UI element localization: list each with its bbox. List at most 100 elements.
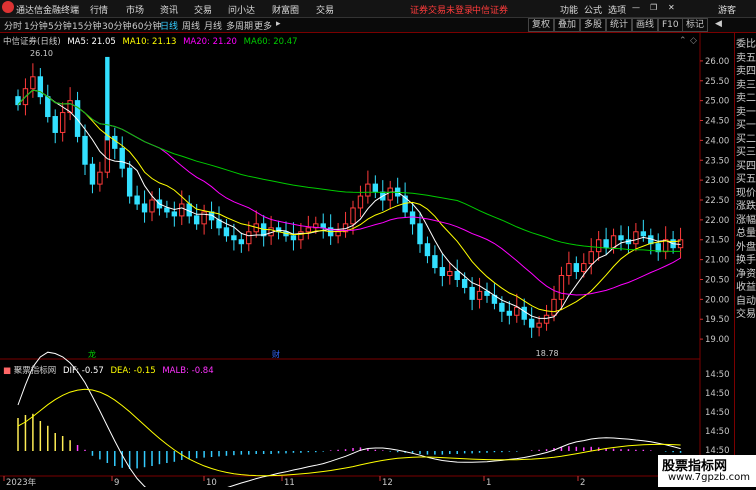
dea-label: DEA: -0.15 bbox=[110, 366, 156, 376]
period-tab-5min[interactable]: 5分钟 bbox=[48, 19, 72, 32]
dea-line bbox=[17, 388, 681, 477]
candle-body bbox=[603, 239, 609, 249]
watermark-logo: 股票指标网 www.7gpzb.com bbox=[658, 455, 756, 487]
y-tick-label: 25.50 bbox=[705, 77, 729, 87]
candle-body bbox=[424, 243, 431, 257]
toolbar-restore-rights[interactable]: 复权 bbox=[528, 18, 555, 32]
indicator-y-label: 14:50 bbox=[705, 408, 730, 418]
candle-body bbox=[506, 310, 513, 316]
order-book-panel: 委比 卖五 卖四 卖三 卖二 卖一 买一 买二 买三 买四 买五 现价 涨跌 涨幅 总量 外盘 换手 净资 收益 自动… bbox=[734, 33, 756, 487]
candle-body bbox=[112, 135, 118, 149]
toolbar-f10[interactable]: F10 bbox=[658, 18, 683, 32]
menu-item-ask[interactable]: 问小达 bbox=[228, 3, 255, 16]
candlestick-chart[interactable]: 26.00 25.50 25.00 24.50 24.00 23.50 23.00 22.50… bbox=[0, 33, 756, 490]
indicator-y-label: 14:50 bbox=[705, 389, 730, 399]
x-axis-label: 11 bbox=[284, 478, 295, 487]
period-tab-more[interactable]: 更多 bbox=[254, 19, 272, 32]
candle-body bbox=[595, 239, 602, 253]
ma10-label: MA10: 21.13 bbox=[122, 37, 177, 47]
candle-body bbox=[618, 235, 624, 241]
toolbar-stats[interactable]: 统计 bbox=[606, 18, 633, 32]
candle-body bbox=[387, 187, 393, 201]
toolbar-multi-stock[interactable]: 多股 bbox=[580, 18, 607, 32]
y-tick-label: 23.00 bbox=[705, 176, 729, 186]
candle-body bbox=[246, 231, 252, 245]
period-tab-60min[interactable]: 60分钟 bbox=[132, 19, 161, 32]
candle-body bbox=[558, 275, 565, 300]
candle-body bbox=[179, 203, 185, 217]
candle-body bbox=[469, 286, 475, 300]
candle-body bbox=[640, 231, 647, 237]
y-tick-label: 25.00 bbox=[705, 97, 729, 107]
guest-user[interactable]: 游客 bbox=[718, 3, 736, 16]
candle-body bbox=[357, 195, 364, 209]
period-tab-15min[interactable]: 15分钟 bbox=[72, 19, 101, 32]
candle-body bbox=[610, 235, 617, 249]
candle-body bbox=[335, 231, 341, 237]
candle-body bbox=[37, 76, 44, 98]
candle-body bbox=[514, 306, 520, 316]
candle-body bbox=[231, 235, 237, 241]
period-tab-weekly[interactable]: 周线 bbox=[182, 19, 200, 32]
menu-item-functions[interactable]: 功能 bbox=[560, 3, 578, 16]
candle-body bbox=[82, 135, 88, 165]
period-toolbar: 分时 1分钟 5分钟 15分钟 30分钟 60分钟 日线 周线 月线 多周期 更… bbox=[0, 18, 756, 33]
candle-body bbox=[141, 203, 148, 213]
restore-icon[interactable]: ❐ bbox=[650, 3, 657, 12]
y-tick-label: 22.00 bbox=[705, 216, 729, 226]
y-tick-label: 21.00 bbox=[705, 256, 729, 266]
candle-body bbox=[350, 207, 356, 225]
menu-item-quotes[interactable]: 行情 bbox=[90, 3, 108, 16]
candle-body bbox=[528, 318, 535, 328]
login-alert[interactable]: 证券交易未登录 bbox=[410, 3, 473, 16]
candle-body bbox=[551, 298, 557, 316]
menu-item-wealth[interactable]: 财富圈 bbox=[272, 3, 299, 16]
period-tab-30min[interactable]: 30分钟 bbox=[102, 19, 131, 32]
x-axis-label: 1 bbox=[486, 478, 491, 487]
period-tab-1min[interactable]: 1分钟 bbox=[24, 19, 48, 32]
indicator-y-label: 14:50 bbox=[705, 370, 730, 380]
candle-body bbox=[432, 255, 438, 269]
period-tab-multi[interactable]: 多周期 bbox=[226, 19, 253, 32]
candle-body bbox=[372, 183, 379, 193]
period-tab-daily[interactable]: 日线 bbox=[160, 19, 178, 32]
period-tab-timeshare[interactable]: 分时 bbox=[4, 19, 22, 32]
menu-item-formula[interactable]: 公式 bbox=[584, 3, 602, 16]
orderbook-label: 交易 bbox=[736, 309, 756, 320]
menu-item-market[interactable]: 市场 bbox=[126, 3, 144, 16]
stock-title: 中信证券(日线) bbox=[3, 37, 61, 47]
menu-item-trade2[interactable]: 交易 bbox=[316, 3, 334, 16]
candle-body bbox=[633, 231, 639, 245]
candle-body bbox=[461, 278, 468, 288]
chart-expand-icon[interactable]: ◇ bbox=[690, 36, 697, 46]
menu-item-news[interactable]: 资讯 bbox=[160, 3, 178, 16]
more-arrow-icon[interactable]: ▸ bbox=[276, 19, 281, 29]
toolbar-overlay[interactable]: 叠加 bbox=[554, 18, 581, 32]
candle-body bbox=[97, 171, 103, 185]
period-tab-monthly[interactable]: 月线 bbox=[204, 19, 222, 32]
menu-item-trade[interactable]: 交易 bbox=[194, 3, 212, 16]
candle-body bbox=[573, 263, 580, 273]
chart-settings-icon[interactable]: ⌃ bbox=[679, 36, 687, 46]
candle-body bbox=[89, 163, 96, 185]
candle-body bbox=[439, 267, 446, 277]
toolbar-collapse-icon[interactable]: ◀ bbox=[712, 18, 725, 30]
broker-label[interactable]: 中信证券 bbox=[472, 3, 508, 16]
toolbar-draw[interactable]: 画线 bbox=[632, 18, 659, 32]
y-tick-label: 20.50 bbox=[705, 275, 729, 285]
minimize-icon[interactable]: — bbox=[632, 3, 640, 12]
event-marker: 龙 bbox=[88, 349, 96, 359]
close-icon[interactable]: ✕ bbox=[668, 3, 675, 12]
high-price-label: 26.10 bbox=[30, 49, 53, 58]
candle-body bbox=[45, 96, 51, 118]
low-price-label: 18.78 bbox=[536, 349, 559, 358]
menu-item-options[interactable]: 选项 bbox=[608, 3, 626, 16]
chart-canvas[interactable]: 26.00 25.50 25.00 24.50 24.00 23.50 23.00 22.50… bbox=[0, 33, 734, 490]
x-axis-label: 9 bbox=[114, 478, 119, 487]
main-legend: 中信证券(日线) MA5: 21.05 MA10: 21.13 MA20: 21… bbox=[3, 35, 298, 47]
indicator-y-label: 14:50 bbox=[705, 427, 730, 437]
toolbar-mark[interactable]: 标记 bbox=[682, 18, 709, 32]
ma60-label: MA60: 20.47 bbox=[243, 37, 298, 47]
candle-body bbox=[536, 322, 542, 328]
candle-body bbox=[52, 116, 58, 133]
